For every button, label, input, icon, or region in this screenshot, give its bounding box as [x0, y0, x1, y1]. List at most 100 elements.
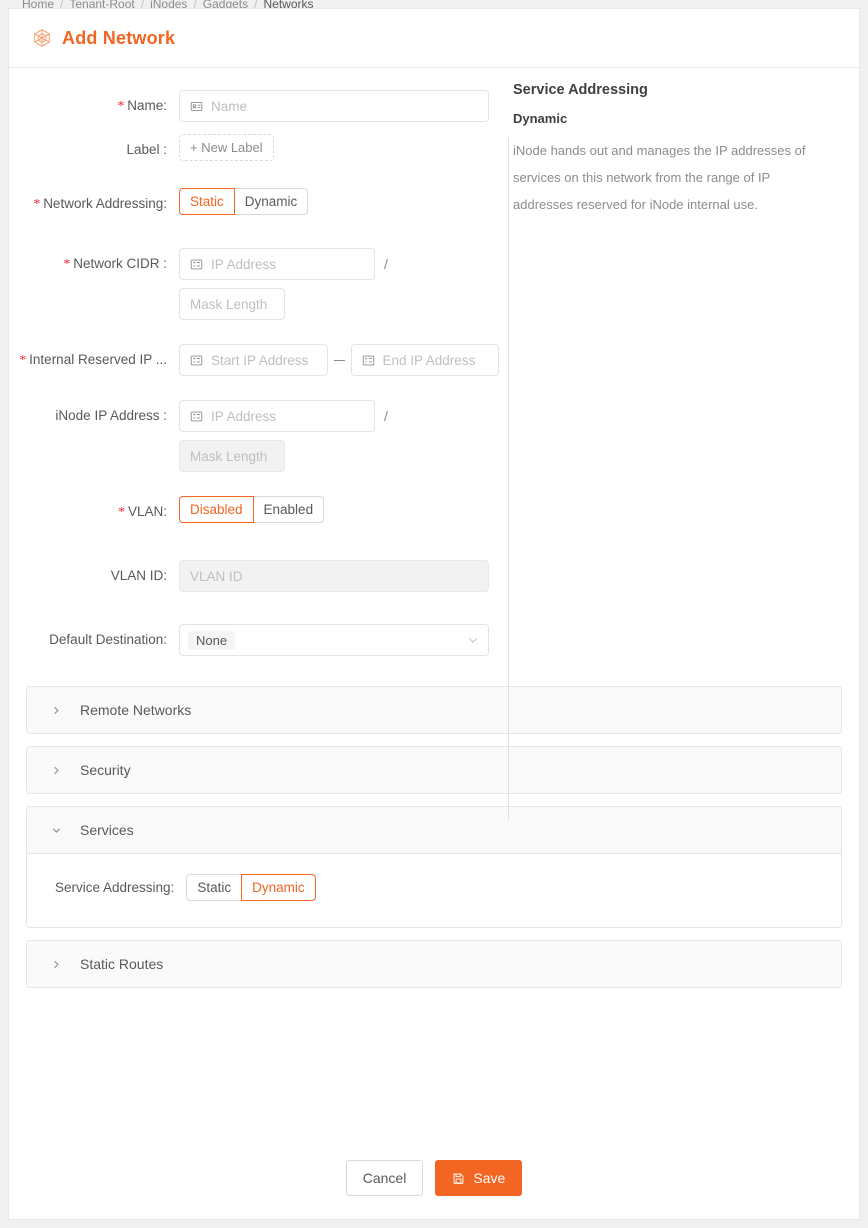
network-cidr-ip-row: IP Address /	[179, 248, 499, 280]
panel-services: Services Service Addressing: Static Dyna…	[26, 806, 842, 928]
service-addressing-segmented: Static Dynamic	[186, 874, 316, 901]
info-panel: Service Addressing Dynamic iNode hands o…	[499, 68, 854, 668]
range-separator-icon	[333, 359, 345, 361]
field-row-network-cidr: * Network CIDR : IP Address / Mask Lengt…	[9, 248, 499, 320]
label-vlan-text: VLAN:	[127, 504, 167, 519]
page-title: Add Network	[62, 27, 176, 48]
inode-ip-separator: /	[384, 408, 388, 424]
panel-header-services[interactable]: Services	[27, 807, 841, 853]
vlan-option-enabled[interactable]: Enabled	[252, 496, 325, 523]
accordion-panels: Remote Networks Security Services Servic…	[9, 668, 859, 988]
field-row-vlan: * VLAN: Disabled Enabled	[9, 496, 499, 528]
name-input[interactable]: Name	[179, 90, 489, 122]
required-marker: *	[19, 352, 27, 367]
label-network-addressing: * Network Addressing:	[9, 188, 179, 220]
network-cidr-ip-placeholder: IP Address	[211, 256, 277, 272]
panel-header-remote-networks[interactable]: Remote Networks	[27, 687, 841, 733]
network-addressing-segmented: Static Dynamic	[179, 188, 309, 215]
service-addressing-option-dynamic[interactable]: Dynamic	[241, 874, 316, 901]
info-panel-title: Service Addressing	[513, 82, 648, 98]
name-input-placeholder: Name	[211, 98, 248, 114]
network-addressing-option-static[interactable]: Static	[179, 188, 235, 215]
control-inode-ip-address: IP Address / Mask Length	[179, 400, 499, 472]
internal-reserved-ip-range-row: Start IP Address End IP Address	[179, 344, 499, 376]
label-name-text: Name:	[127, 98, 167, 113]
panel-header-security[interactable]: Security	[27, 747, 841, 793]
breadcrumb-item-networks[interactable]: Networks	[264, 0, 314, 8]
form-and-info: * Name: Name Label: + New Label * Netwo…	[9, 68, 859, 820]
label-label: Label :	[126, 142, 167, 157]
breadcrumb-item-tenant-root[interactable]: Tenant-Root	[69, 0, 134, 8]
panel-security: Security	[26, 746, 842, 794]
field-row-internal-reserved-ip: * Internal Reserved IP ... Start IP Addr…	[9, 344, 499, 376]
label-internal-reserved-ip-text: Internal Reserved IP ...	[29, 352, 167, 367]
internal-reserved-start-ip-input[interactable]: Start IP Address	[179, 344, 328, 376]
breadcrumb-item-gadgets[interactable]: Gadgets	[203, 0, 248, 8]
internal-reserved-end-ip-input[interactable]: End IP Address	[350, 344, 499, 376]
label-name: * Name:	[9, 90, 179, 122]
add-network-page: Home / Tenant-Root / iNodes / Gadgets / Networks…	[0, 0, 868, 1228]
inode-ip-placeholder: IP Address	[211, 408, 277, 424]
label-inode-ip-address: iNode IP Address :	[55, 408, 167, 423]
inode-ip-input[interactable]: IP Address	[179, 400, 375, 432]
inode-ip-mask-placeholder: Mask Length	[190, 448, 268, 464]
ip-address-icon	[190, 354, 203, 367]
network-cidr-separator: /	[384, 256, 388, 272]
service-addressing-option-static[interactable]: Static	[186, 874, 243, 901]
panel-remote-networks: Remote Networks	[26, 686, 842, 734]
internal-reserved-end-ip-placeholder: End IP Address	[382, 352, 476, 368]
vlan-segmented: Disabled Enabled	[179, 496, 325, 523]
network-cidr-ip-input[interactable]: IP Address	[179, 248, 375, 280]
control-vlan: Disabled Enabled	[179, 496, 499, 523]
service-addressing-row: Service Addressing: Static Dynamic	[27, 874, 841, 901]
label-vlan-id: VLAN ID:	[110, 568, 167, 583]
control-network-cidr: IP Address / Mask Length	[179, 248, 499, 320]
vlan-option-disabled[interactable]: Disabled	[179, 496, 254, 523]
add-network-card: Add Network * Name: Name Label: + New L…	[8, 8, 860, 1220]
service-addressing-label: Service Addressing:	[55, 880, 175, 895]
default-destination-select[interactable]: None	[179, 624, 489, 656]
panel-title-security: Security	[80, 762, 131, 778]
save-button-label: Save	[473, 1170, 506, 1186]
form-footer: Cancel Save	[9, 1137, 859, 1219]
panel-static-routes: Static Routes	[26, 940, 842, 988]
inode-ip-mask-input[interactable]: Mask Length	[179, 440, 285, 472]
field-row-default-destination: Default Destination: None	[9, 624, 499, 656]
panel-body-services: Service Addressing: Static Dynamic	[27, 853, 841, 927]
panel-title-remote-networks: Remote Networks	[80, 702, 192, 718]
field-row-network-addressing: * Network Addressing: Static Dynamic	[9, 188, 499, 220]
control-vlan-id: VLAN ID	[179, 560, 499, 592]
ip-address-icon	[362, 354, 375, 367]
panel-header-static-routes[interactable]: Static Routes	[27, 941, 841, 987]
field-row-label: Label : + New Label	[9, 134, 499, 166]
breadcrumb-separator: /	[60, 0, 64, 8]
control-internal-reserved-ip: Start IP Address End IP Address	[179, 344, 499, 376]
hexagon-network-icon	[31, 27, 53, 49]
network-cidr-mask-input[interactable]: Mask Length	[179, 288, 285, 320]
cancel-button[interactable]: Cancel	[345, 1160, 424, 1196]
info-panel-description: iNode hands out and manages the IP addre…	[513, 143, 806, 212]
column-divider	[508, 138, 509, 820]
label-network-addressing-text: Network Addressing:	[43, 196, 167, 211]
network-addressing-option-dynamic[interactable]: Dynamic	[233, 188, 309, 215]
panel-title-static-routes: Static Routes	[80, 956, 164, 972]
save-button[interactable]: Save	[435, 1160, 523, 1196]
vlan-id-placeholder: VLAN ID	[190, 568, 243, 584]
breadcrumb-separator: /	[254, 0, 258, 8]
field-row-inode-ip-address: iNode IP Address : IP Address / Mask Len…	[9, 400, 499, 472]
new-label-button[interactable]: + New Label	[179, 134, 274, 161]
field-row-name: * Name: Name	[9, 90, 499, 122]
label-network-cidr: * Network CIDR :	[9, 248, 179, 280]
control-default-destination: None	[179, 624, 499, 656]
control-label: + New Label	[179, 134, 499, 161]
inode-ip-row: IP Address /	[179, 400, 499, 432]
save-disk-icon	[452, 1172, 465, 1185]
breadcrumb-item-inodes[interactable]: iNodes	[150, 0, 187, 8]
breadcrumb-item-home[interactable]: Home	[22, 0, 54, 8]
default-destination-value: None	[188, 630, 236, 650]
vlan-id-input[interactable]: VLAN ID	[179, 560, 489, 592]
id-card-icon	[190, 100, 203, 113]
panel-title-services: Services	[80, 822, 134, 838]
required-marker: *	[33, 196, 41, 211]
breadcrumb-separator: /	[193, 0, 197, 8]
